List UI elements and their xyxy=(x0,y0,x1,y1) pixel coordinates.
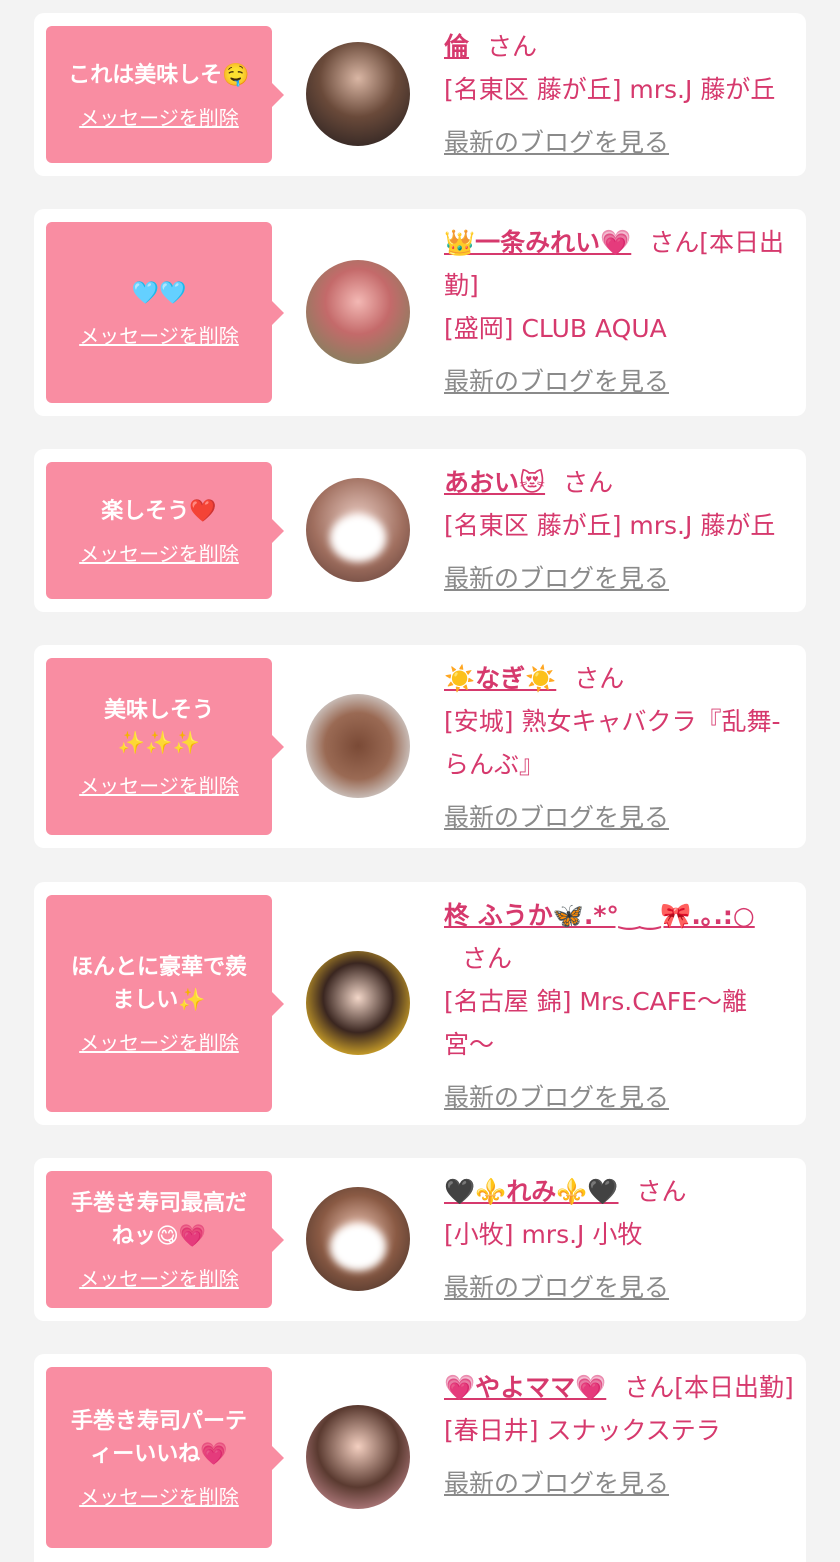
delete-message-link[interactable]: メッセージを削除 xyxy=(79,1481,239,1510)
honorific: さん xyxy=(574,664,625,693)
user-info: 倫さん [名東区 藤が丘] mrs.J 藤が丘 最新のブログを見る xyxy=(444,25,794,164)
message-bubble: 楽しそう❤️ メッセージを削除 xyxy=(46,462,284,599)
honorific: さん xyxy=(563,468,614,497)
status-text: [本日出勤] xyxy=(674,1373,794,1402)
shop-text: [春日井] スナックステラ xyxy=(444,1416,721,1445)
message-bubble: 手巻き寿司最高だ ねッ😋💗 メッセージを削除 xyxy=(46,1171,284,1308)
message-bubble: これは美味しそ🤤 メッセージを削除 xyxy=(46,26,284,163)
user-info: あおい😻 さん [名東区 藤が丘] mrs.J 藤が丘 最新のブログを見る xyxy=(444,461,794,600)
avatar[interactable] xyxy=(306,694,410,798)
message-bubble: ほんとに豪華で羨 ましい✨ メッセージを削除 xyxy=(46,895,284,1112)
latest-blog-link[interactable]: 最新のブログを見る xyxy=(444,121,669,164)
honorific: さん xyxy=(487,32,538,61)
delete-message-link[interactable]: メッセージを削除 xyxy=(79,538,239,567)
message-text: 楽しそう❤️ xyxy=(101,498,217,524)
message-card: 手巻き寿司最高だ ねッ😋💗 メッセージを削除 🖤⚜️れみ⚜️🖤 さん [小牧] m… xyxy=(34,1158,806,1321)
user-name-link[interactable]: あおい😻 xyxy=(444,468,545,497)
user-name-link[interactable]: 倫 xyxy=(444,32,469,61)
message-text: 手巻き寿司最高だ ねッ😋💗 xyxy=(70,1191,247,1249)
delete-message-link[interactable]: メッセージを削除 xyxy=(79,1027,239,1056)
privacy-blur xyxy=(330,1223,386,1272)
message-card: 楽しそう❤️ メッセージを削除 あおい😻 さん [名東区 藤が丘] mrs.J 藤… xyxy=(34,449,806,612)
message-bubble: 美味しそう ✨✨✨ メッセージを削除 xyxy=(46,658,284,835)
message-text: これは美味しそ🤤 xyxy=(68,62,250,88)
avatar[interactable] xyxy=(306,1405,410,1509)
message-text: ほんとに豪華で羨 ましい✨ xyxy=(70,955,247,1013)
message-text: 美味しそう ✨✨✨ xyxy=(103,698,214,756)
message-bubble: 🩵🩵 メッセージを削除 xyxy=(46,222,284,403)
shop-text: [名東区 藤が丘] mrs.J 藤が丘 xyxy=(444,75,776,104)
message-text: 🩵🩵 xyxy=(131,280,187,306)
latest-blog-link[interactable]: 最新のブログを見る xyxy=(444,1266,669,1309)
delete-message-link[interactable]: メッセージを削除 xyxy=(79,1263,239,1292)
user-info: 柊 ふうか🦋.*°‿‿🎀.｡.:○ さん [名古屋 錦] Mrs.CAFE〜離宮〜… xyxy=(444,894,794,1119)
latest-blog-link[interactable]: 最新のブログを見る xyxy=(444,1076,669,1119)
user-name-link[interactable]: ☀️なぎ☀️ xyxy=(444,664,556,693)
user-info: 🖤⚜️れみ⚜️🖤 さん [小牧] mrs.J 小牧 最新のブログを見る xyxy=(444,1170,794,1309)
user-name-link[interactable]: 💗やよママ💗 xyxy=(444,1373,606,1402)
user-name-link[interactable]: 柊 ふうか🦋.*°‿‿🎀.｡.:○ xyxy=(444,901,755,930)
shop-text: [名東区 藤が丘] mrs.J 藤が丘 xyxy=(444,511,776,540)
delete-message-link[interactable]: メッセージを削除 xyxy=(79,102,239,131)
latest-blog-link[interactable]: 最新のブログを見る xyxy=(444,1462,669,1505)
message-text: 手巻き寿司パーテ ィーいいね💗 xyxy=(70,1409,247,1467)
user-info: 👑一条みれい💗 さん[本日出勤] [盛岡] CLUB AQUA 最新のブログを見る xyxy=(444,221,794,403)
shop-text: [名古屋 錦] Mrs.CAFE〜離宮〜 xyxy=(444,987,747,1059)
privacy-blur xyxy=(330,514,386,563)
honorific: さん xyxy=(649,228,700,257)
latest-blog-link[interactable]: 最新のブログを見る xyxy=(444,360,669,403)
avatar[interactable] xyxy=(306,260,410,364)
delete-message-link[interactable]: メッセージを削除 xyxy=(79,770,239,799)
user-name-link[interactable]: 🖤⚜️れみ⚜️🖤 xyxy=(444,1177,619,1206)
honorific: さん xyxy=(462,944,513,973)
message-card: 美味しそう ✨✨✨ メッセージを削除 ☀️なぎ☀️ さん [安城] 熟女キャバクラ… xyxy=(34,645,806,848)
avatar[interactable] xyxy=(306,478,410,582)
avatar[interactable] xyxy=(306,951,410,1055)
delete-message-link[interactable]: メッセージを削除 xyxy=(79,320,239,349)
message-card: 手巻き寿司パーテ ィーいいね💗 メッセージを削除 💗やよママ💗 さん[本日出勤] … xyxy=(34,1354,806,1562)
avatar[interactable] xyxy=(306,42,410,146)
shop-text: [盛岡] CLUB AQUA xyxy=(444,314,667,343)
user-name-link[interactable]: 👑一条みれい💗 xyxy=(444,228,631,257)
shop-text: [安城] 熟女キャバクラ『乱舞-らんぶ』 xyxy=(444,707,781,779)
message-card: 🩵🩵 メッセージを削除 👑一条みれい💗 さん[本日出勤] [盛岡] CLUB AQ… xyxy=(34,209,806,416)
latest-blog-link[interactable]: 最新のブログを見る xyxy=(444,796,669,839)
avatar[interactable] xyxy=(306,1187,410,1291)
message-card: これは美味しそ🤤 メッセージを削除 倫さん [名東区 藤が丘] mrs.J 藤が… xyxy=(34,13,806,176)
honorific: さん xyxy=(624,1373,675,1402)
latest-blog-link[interactable]: 最新のブログを見る xyxy=(444,557,669,600)
message-card: ほんとに豪華で羨 ましい✨ メッセージを削除 柊 ふうか🦋.*°‿‿🎀.｡.:○… xyxy=(34,882,806,1125)
shop-text: [小牧] mrs.J 小牧 xyxy=(444,1220,643,1249)
user-info: ☀️なぎ☀️ さん [安城] 熟女キャバクラ『乱舞-らんぶ』 最新のブログを見る xyxy=(444,657,794,839)
message-bubble: 手巻き寿司パーテ ィーいいね💗 メッセージを削除 xyxy=(46,1367,284,1548)
honorific: さん xyxy=(636,1177,687,1206)
user-info: 💗やよママ💗 さん[本日出勤] [春日井] スナックステラ 最新のブログを見る xyxy=(444,1366,794,1505)
